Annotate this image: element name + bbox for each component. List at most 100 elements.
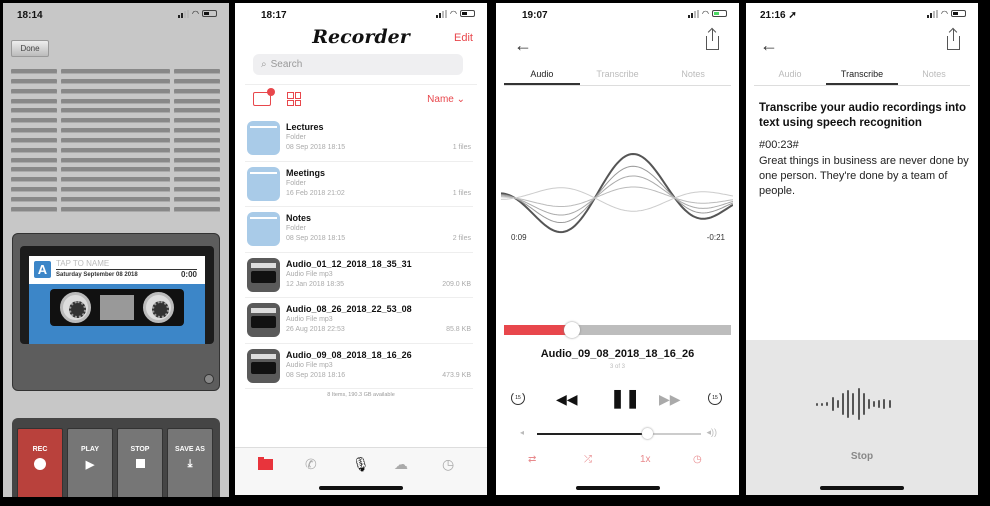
file-list-item[interactable]: Audio_08_26_2018_22_53_08 Audio File mp3 2… xyxy=(245,298,473,344)
tab-audio[interactable]: Audio xyxy=(504,66,580,85)
wifi-icon: ◠ xyxy=(192,9,199,18)
download-icon: ⤓ xyxy=(187,458,193,470)
progress-slider[interactable] xyxy=(504,322,731,338)
back-arrow-icon[interactable]: ← xyxy=(760,35,778,56)
edit-button[interactable]: Edit xyxy=(454,32,473,44)
done-button[interactable]: Done xyxy=(11,40,49,57)
file-name: Lectures xyxy=(286,122,324,132)
progress-knob[interactable] xyxy=(564,322,581,338)
file-date: 16 Feb 2018 21:02 xyxy=(286,189,345,197)
speed-button[interactable]: 1x xyxy=(640,454,651,465)
left-reel-icon xyxy=(60,292,91,323)
skip-forward-button[interactable]: 15 xyxy=(708,391,722,405)
waveform-line xyxy=(501,165,733,223)
tape-label-divider xyxy=(56,269,197,270)
repeat-icon: ⇄ xyxy=(528,454,537,465)
grille-slot-row xyxy=(11,108,223,114)
rewind-button[interactable]: ◀◀ xyxy=(556,391,578,408)
repeat-button[interactable]: ⇄ xyxy=(528,454,536,465)
grille-slot-row xyxy=(11,118,223,124)
file-date: 12 Jan 2018 18:35 xyxy=(286,280,344,288)
grid-view-icon[interactable] xyxy=(287,92,301,106)
play-button[interactable]: PLAY ▶ xyxy=(67,428,113,497)
fast-forward-button[interactable]: ▶▶ xyxy=(659,391,681,408)
clock-icon: ◷ xyxy=(442,456,455,472)
recognition-panel: Stop xyxy=(746,340,978,495)
stop-button[interactable]: Stop xyxy=(746,451,978,462)
sleep-timer-button[interactable]: ◷ xyxy=(693,454,702,465)
status-time: 18:14 xyxy=(17,10,43,21)
file-list-item[interactable]: Lectures Folder 08 Sep 2018 18:15 1 files xyxy=(245,116,473,162)
search-placeholder: Search xyxy=(270,59,303,70)
new-folder-icon[interactable] xyxy=(253,88,275,106)
folder-icon xyxy=(258,457,273,470)
home-indicator xyxy=(319,486,403,490)
tab-files[interactable] xyxy=(258,456,273,470)
right-reel-icon xyxy=(143,292,174,323)
back-arrow-icon[interactable]: ← xyxy=(514,35,532,56)
grille-slot-row xyxy=(11,137,223,143)
file-browser-screen: 18:17 ◠ Recorder Edit ⌕ Search Name ⌄ Le… xyxy=(235,3,487,495)
grille-slot-row xyxy=(11,88,223,94)
status-icons: ◠ xyxy=(927,9,966,18)
player-screen: 19:07 ◠ ← Audio Transcribe Notes 0:09 -0… xyxy=(496,3,739,495)
timer-icon: ◷ xyxy=(693,454,702,465)
share-icon[interactable] xyxy=(947,29,960,50)
sound-bar xyxy=(816,402,818,406)
rec-button[interactable]: REC xyxy=(17,428,63,497)
file-size: 85.8 KB xyxy=(446,326,471,333)
microphone-icon: 🎙 xyxy=(352,456,370,472)
search-icon: ⌕ xyxy=(261,59,267,70)
tab-audio[interactable]: Audio xyxy=(754,66,826,85)
tab-record[interactable]: 🎙 xyxy=(352,456,370,473)
volume-knob[interactable] xyxy=(641,428,653,439)
sound-bar xyxy=(888,400,891,408)
tab-calls[interactable]: ✆ xyxy=(305,456,317,473)
grille-slot-row xyxy=(11,206,223,212)
play-icon: ▶ xyxy=(85,459,95,471)
tab-transcribe[interactable]: Transcribe xyxy=(826,66,898,85)
tape-label[interactable]: A TAP TO NAME Saturday September 08 2018… xyxy=(29,256,205,284)
sound-bar xyxy=(883,399,886,409)
tab-settings[interactable]: ◷ xyxy=(442,456,454,473)
stop-button[interactable]: STOP xyxy=(117,428,163,497)
sort-button[interactable]: Name ⌄ xyxy=(427,94,465,105)
tab-transcribe[interactable]: Transcribe xyxy=(580,66,656,85)
tab-notes[interactable]: Notes xyxy=(655,66,731,85)
file-list-item[interactable]: Audio_09_08_2018_18_16_26 Audio File mp3 0… xyxy=(245,344,473,389)
sound-bar xyxy=(826,402,829,406)
file-list-item[interactable]: Audio_01_12_2018_18_35_31 Audio File mp3 1… xyxy=(245,253,473,298)
sound-bar xyxy=(847,390,850,418)
storage-note: 8 Items, 190.3 GB available xyxy=(327,392,395,398)
file-date: 26 Aug 2018 22:53 xyxy=(286,326,345,333)
cloud-icon: ☁ xyxy=(394,456,408,472)
grille-slot-row xyxy=(11,69,223,74)
transcript-text[interactable]: Great things in business are never done … xyxy=(759,154,969,199)
file-list-item[interactable]: Notes Folder 08 Sep 2018 18:15 2 files xyxy=(245,207,473,253)
sound-bar xyxy=(878,400,881,408)
share-icon[interactable] xyxy=(706,29,719,50)
signal-icon xyxy=(436,9,448,18)
signal-icon xyxy=(178,9,190,18)
track-position: 3 of 3 xyxy=(609,364,625,370)
skip-forward-15-icon: 15 xyxy=(708,391,722,405)
grille-slot-row xyxy=(11,196,223,202)
recorder-screen: 18:14 ◠ Done A TAP TO NAME Saturday Sept… xyxy=(3,3,229,497)
recording-date: Saturday September 08 2018 xyxy=(56,272,138,278)
save-as-button[interactable]: SAVE AS ⤓ xyxy=(167,428,213,497)
tab-notes[interactable]: Notes xyxy=(898,66,970,85)
screenshot-frame: 18:14 ◠ Done A TAP TO NAME Saturday Sept… xyxy=(0,0,990,506)
sound-bar xyxy=(852,393,855,415)
volume-slider[interactable] xyxy=(537,428,701,439)
search-input[interactable]: ⌕ Search xyxy=(253,54,463,75)
skip-back-button[interactable]: 15 xyxy=(511,391,525,405)
transcribe-tabs: Audio Transcribe Notes xyxy=(754,66,970,86)
file-list-item[interactable]: Meetings Folder 16 Feb 2018 21:02 1 files xyxy=(245,162,473,207)
file-date: 08 Sep 2018 18:15 xyxy=(286,235,346,242)
shuffle-button[interactable]: ⤮ xyxy=(584,454,592,465)
tape-name-field[interactable]: TAP TO NAME xyxy=(56,259,109,268)
pause-button[interactable]: ❚❚ xyxy=(610,388,640,409)
tab-cloud[interactable]: ☁ xyxy=(394,456,408,473)
save-as-label: SAVE AS xyxy=(175,446,205,453)
home-indicator xyxy=(820,486,904,490)
